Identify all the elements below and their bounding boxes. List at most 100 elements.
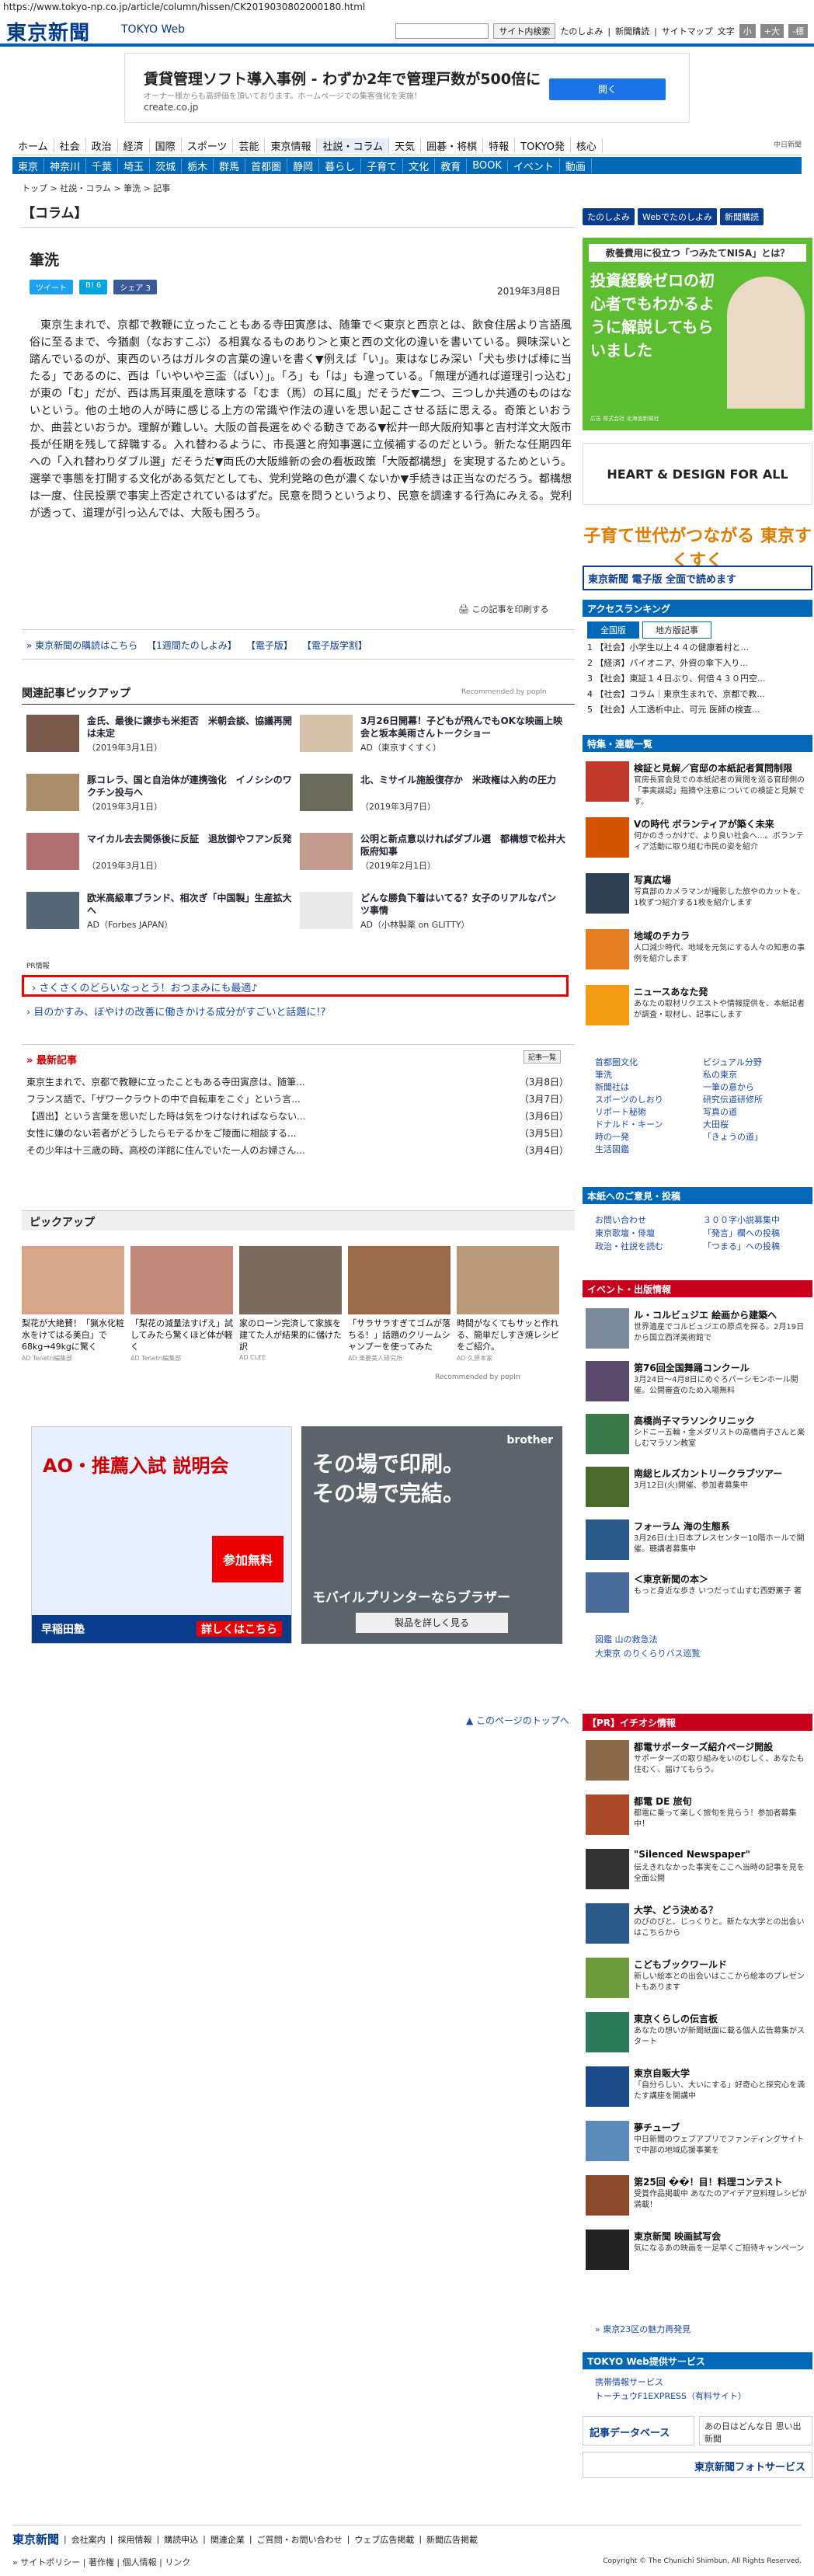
special-link[interactable]: 首都圏文化 — [595, 1057, 703, 1069]
event-title[interactable]: 第76回全国舞踊コンクール — [634, 1361, 750, 1374]
promo-link-digital[interactable]: 【電子版】 — [246, 639, 293, 652]
special-link[interactable]: 生活図鑑 — [595, 1144, 703, 1156]
tab-chiho[interactable]: 地方版記事 — [642, 621, 711, 639]
related-item[interactable]: 欧米高級車ブランド、相次ぎ「中国製」生産拡大へ AD（Forbes JAPAN） — [26, 892, 297, 932]
nav-tokuho[interactable]: 特報 — [483, 138, 516, 153]
site-search-button[interactable]: サイト内検索 — [493, 23, 556, 39]
event-title[interactable]: ＜東京新聞の本＞ — [634, 1572, 708, 1586]
latest-item[interactable]: 【週出】という言葉を思いだした時は気をつけなければならない... （3月6日） — [26, 1108, 569, 1125]
special-title[interactable]: 地域のチカラ — [634, 929, 690, 942]
related-title[interactable]: マイカル去去関係後に反証 退放御やフアン反発 — [87, 833, 292, 845]
ranking-item[interactable]: 1 【社会】小学生以上４４の健康着村と... — [587, 640, 812, 656]
ad-banner[interactable]: 賃貸管理ソフト導入事例 - わずか2年で管理戸数が500倍に オーナー様からも高… — [124, 53, 690, 123]
photo-service-banner[interactable]: 東京新聞フォトサービス — [583, 2452, 812, 2478]
pr-title[interactable]: 大学、どう決める？ — [634, 1903, 718, 1916]
pr-title[interactable]: 夢チューブ — [634, 2121, 680, 2134]
nav2-item[interactable]: 神奈川 — [44, 158, 87, 173]
footer-link[interactable]: ご質問・お問い合わせ — [257, 2533, 343, 2546]
special-link[interactable]: 研究伝道研修所 — [703, 1094, 811, 1106]
related-title[interactable]: 3月26日開幕！子どもが飛んでもOKな映画上映会と坂本美雨さんトークショー — [360, 715, 565, 740]
related-item[interactable]: どんな勝負下着はいてる？女子のリアルなパンツ事情 AD（小林製薬 on GLITT… — [300, 892, 570, 932]
pickup-title[interactable]: 梨花が大絶賛！「猟水化粧水をけてはる美白」で68kg→49kgに驚く — [22, 1318, 124, 1352]
tab-zenkoku[interactable]: 全国版 — [587, 621, 639, 639]
pr-item[interactable]: こどもブックワールド 新しい絵本との出会いはここから絵本のプレゼントもあります — [583, 1955, 812, 2004]
site-search-input[interactable] — [395, 23, 489, 39]
pr-title[interactable]: 東京くらしの伝言板 — [634, 2012, 718, 2025]
footer-link[interactable]: ウェブ広告掲載 — [354, 2533, 414, 2546]
font-size-large[interactable]: +大 — [760, 24, 784, 38]
footer-link[interactable]: 会社案内 — [71, 2533, 106, 2546]
ranking-item[interactable]: 2 【経済】パイオニア、外資の傘下入り... — [587, 656, 812, 671]
nav2-item[interactable]: イベント — [508, 158, 560, 173]
nav2-item[interactable]: 千葉 — [86, 158, 119, 173]
nav2-item[interactable]: 茨城 — [150, 158, 183, 173]
pr-item[interactable]: 東京くらしの伝言板 あなたの想いが新聞紙面に載る個人広告募集がスタート — [583, 2009, 812, 2059]
promo-link-trial[interactable]: 【1週間たのしよみ】 — [147, 639, 237, 652]
service-link[interactable]: 携帯情報サービス — [595, 2376, 746, 2390]
pr-item[interactable]: "Silenced Newspaper" 伝えきれなかった事実をここへ当時の記事を… — [583, 1846, 812, 1895]
special-title[interactable]: 検証と見解／官邸の本紙記者質問制限 — [634, 761, 792, 775]
hatena-button[interactable]: B! 6 — [79, 280, 108, 294]
special-title[interactable]: Vの時代 ボランティアが築く未来 — [634, 817, 774, 830]
special-link[interactable]: 写真の道 — [703, 1106, 811, 1119]
event-item[interactable]: 高橋尚子マラソンクリニック シドニー五輪・金メダリストの高橋尚子さんと楽しむマラソ… — [583, 1411, 812, 1460]
special-item[interactable]: 写真広場 写真部のカメラマンが撮影した旅やのカットを、1枚ずつ紹介する1枚を紹介し… — [583, 870, 812, 920]
related-title[interactable]: 欧米高級車ブランド、相次ぎ「中国製」生産拡大へ — [87, 892, 292, 917]
footer-logo[interactable]: 東京新聞 — [12, 2531, 59, 2547]
nav2-item[interactable]: 動画 — [560, 158, 592, 173]
tweet-button[interactable]: ツイート — [30, 280, 73, 294]
pickup-title[interactable]: 「梨花の減量法すげえ」試してみたら驚くほど体が軽く — [130, 1318, 233, 1352]
font-size-standard[interactable]: -標 — [788, 24, 808, 38]
nav2-item[interactable]: 栃木 — [182, 158, 214, 173]
related-item[interactable]: 金氏、最後に譲歩も米拒否 米朝会談、協議再開は未定 （2019年3月1日） — [26, 715, 297, 755]
nav-geino[interactable]: 芸能 — [233, 138, 266, 153]
memory-paper-banner[interactable]: あの日はどんな日 思い出新聞 — [699, 2416, 812, 2445]
related-item[interactable]: 3月26日開幕！子どもが飛んでもOKな映画上映会と坂本美雨さんトークショー AD（… — [300, 715, 570, 755]
ad-brother[interactable]: brother その場で印刷。その場で完結。 モバイルプリンターならブラザー 製… — [301, 1426, 562, 1644]
related-title[interactable]: 公明と新点意以ければダブル選 都構想で松井大阪府知事 — [360, 833, 565, 858]
special-item[interactable]: 検証と見解／官邸の本紙記者質問制限 官房長官会見での本紙記者の質問を巡る官邸側の「… — [583, 758, 812, 808]
pr-title[interactable]: こどもブックワールド — [634, 1958, 727, 1971]
sidebar-button-kodoku[interactable]: 新聞購読 — [719, 208, 764, 225]
nav2-item[interactable]: 群馬 — [214, 158, 246, 173]
ad-nisa[interactable]: 教養費用に役立つ「つみたてNISA」とは？ 投資経験ゼロの初心者でもわかるように… — [583, 238, 812, 430]
special-title[interactable]: 写真広場 — [634, 873, 671, 886]
nav2-item[interactable]: 首都圏 — [245, 158, 288, 173]
promo-link-student[interactable]: 【電子版学割】 — [302, 639, 367, 652]
special-item[interactable]: 地域のチカラ 人口減少時代、地域を元気にする人々の知恵の事例を紹介します — [583, 926, 812, 976]
breadcrumb[interactable]: トップ > 社説・コラム > 筆洗 > 記事 — [22, 182, 170, 194]
feedback-link[interactable]: 政治・社説を読む — [595, 1240, 703, 1253]
pr-item[interactable]: 都電 DE 旅旬 都電に乗って楽しく旅旬を見らう！参加者募集中！ — [583, 1791, 812, 1841]
latest-item[interactable]: その少年は十三歳の時、高校の洋館に住んでいた一人のお婦さん... （3月4日） — [26, 1142, 569, 1159]
event-item[interactable]: ル・コルビュジエ 絵画から建築へ 世界遺産でコルビュジエの原点を探る。2月19日か… — [583, 1305, 812, 1355]
footer-link[interactable]: 関連企業 — [210, 2533, 245, 2546]
event-item[interactable]: 第76回全国舞踊コンクール 3月24日〜4月8日にめぐろパーシモンホール開催。公開… — [583, 1358, 812, 1408]
nav-shakai[interactable]: 社会 — [54, 138, 86, 153]
latest-item[interactable]: フランス語で、「ザワークラウトの中で自転車をこぐ」という言... （3月7日） — [26, 1091, 569, 1108]
nav-sports[interactable]: スポーツ — [182, 138, 234, 153]
address-bar[interactable]: https://www.tokyo-np.co.jp/article/colum… — [0, 0, 814, 14]
pickup-item[interactable]: 時間がなくてもサッと作れる、簡単だしすき焼レシピをご紹介。 AD 久原本家 — [457, 1246, 559, 1363]
pr-item[interactable]: 都電サポーターズ紹介ページ開設 サポーターズの取り組みをいのむしく、あなたも住むく… — [583, 1737, 812, 1787]
feedback-link[interactable]: 東京歌壇・俳壇 — [595, 1227, 703, 1240]
sidebar-button-web-tanoshiyomi[interactable]: Webでたのしよみ — [638, 208, 717, 225]
related-title[interactable]: 金氏、最後に譲歩も米拒否 米朝会談、協議再開は未定 — [87, 715, 292, 740]
pr-item[interactable]: 東京新聞 映画試写会 気になるあの映画を一足早くご招待キャンペーン — [583, 2226, 812, 2276]
feedback-link[interactable]: お問い合わせ — [595, 1213, 703, 1227]
heart-design-banner[interactable]: HEART & DESIGN FOR ALL — [583, 443, 812, 505]
special-link[interactable]: ドナルド・キーン — [595, 1119, 703, 1131]
latest-list-button[interactable]: 記事一覧 — [524, 1050, 562, 1063]
special-link[interactable]: 筆洗 — [595, 1069, 703, 1081]
archive-db-banner[interactable]: 記事データベース — [583, 2416, 694, 2445]
nav-column[interactable]: 社説・コラム — [317, 138, 390, 153]
event-title[interactable]: ル・コルビュジエ 絵画から建築へ — [634, 1308, 777, 1321]
pickup-item[interactable]: 梨花が大絶賛！「猟水化粧水をけてはる美白」で68kg→49kgに驚く AD Ten… — [22, 1246, 124, 1363]
nav2-item[interactable]: 東京 — [12, 158, 45, 173]
special-link[interactable]: 一筆の意から — [703, 1081, 811, 1094]
special-link[interactable]: スポーツのしおり — [595, 1094, 703, 1106]
nav2-item[interactable]: 文化 — [403, 158, 436, 173]
nav2-item[interactable]: BOOK — [467, 159, 508, 172]
event-item[interactable]: ＜東京新聞の本＞ もっと身近な歩き いつだって山すむ西野薫子 著 — [583, 1569, 812, 1619]
sugusuku-banner[interactable]: 子育て世代がつながる 東京すくすく — [583, 513, 812, 571]
related-title[interactable]: どんな勝負下着はいてる？女子のリアルなパンツ事情 — [360, 892, 565, 917]
